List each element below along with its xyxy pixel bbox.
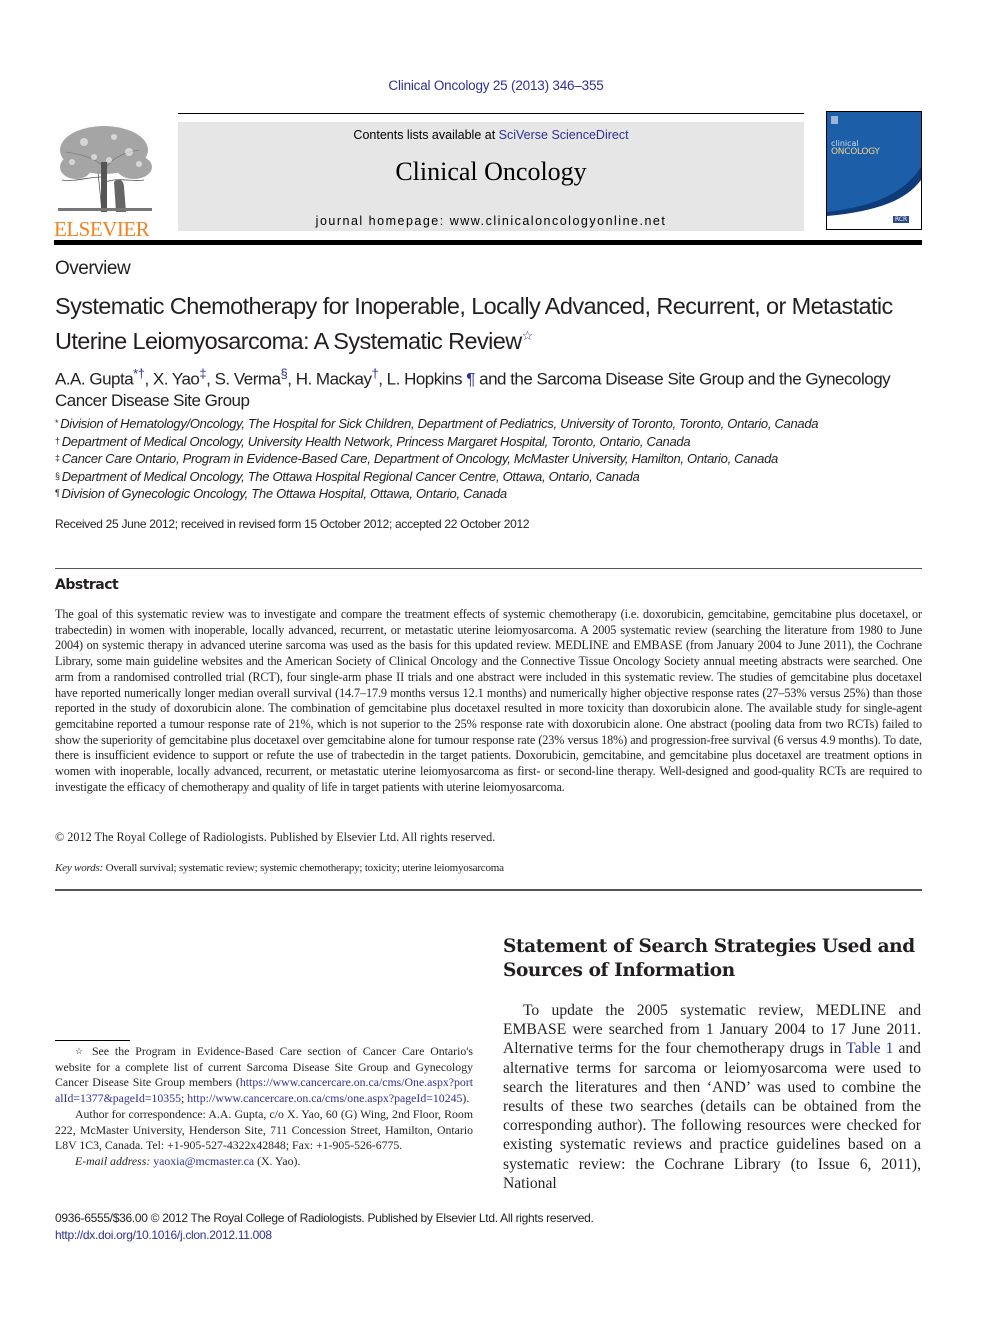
author[interactable]: X. Yao	[153, 370, 200, 389]
elsevier-logo: ELSEVIER	[54, 122, 156, 241]
abstract-heading: Abstract	[55, 577, 119, 593]
homepage-link[interactable]: www.clinicaloncologyonline.net	[450, 214, 667, 228]
correspondence-note: Author for correspondence: A.A. Gupta, c…	[55, 1106, 473, 1153]
issn-line: 0936-6555/$36.00 © 2012 The Royal Colleg…	[55, 1211, 594, 1225]
abstract-copyright: © 2012 The Royal College of Radiologists…	[55, 830, 496, 844]
members-link-2[interactable]: http://www.cancercare.on.ca/cms/one.aspx…	[187, 1091, 462, 1105]
footnote-rule	[55, 1040, 130, 1041]
affiliations: * Division of Hematology/Oncology, The Ho…	[55, 415, 935, 503]
affiliation: ‡ Cancer Care Ontario, Program in Evidenc…	[55, 451, 778, 466]
email-note: E-mail address: yaoxia@mcmaster.ca (X. Y…	[75, 1153, 301, 1168]
cover-swoosh-icon	[827, 112, 921, 229]
abstract-body: The goal of this systematic review was t…	[55, 607, 922, 794]
journal-cover[interactable]: clinical ONCOLOGY RCR	[826, 111, 922, 230]
title-footnote-star-icon[interactable]: ☆	[522, 328, 534, 343]
author-list: A.A. Gupta*†, X. Yao‡, S. Verma§, H. Mac…	[55, 366, 891, 410]
keywords-list: Overall survival; systematic review; sys…	[105, 862, 504, 874]
contents-line: Contents lists available at SciVerse Sci…	[353, 128, 629, 142]
footnotes: ☆ See the Program in Evidence-Based Care…	[55, 1044, 473, 1170]
abstract-top-rule	[55, 568, 922, 569]
affiliation: * Division of Hematology/Oncology, The Ho…	[55, 416, 819, 431]
abstract-bottom-rule	[55, 889, 922, 891]
elsevier-wordmark: ELSEVIER	[54, 217, 150, 241]
tree-icon	[58, 126, 152, 213]
star-icon: ☆	[75, 1046, 87, 1056]
author-marks[interactable]: †	[371, 366, 378, 381]
article-type: Overview	[55, 258, 131, 279]
table-1-link[interactable]: Table 1	[846, 1040, 893, 1057]
section-heading: Statement of Search Strategies Used and …	[503, 936, 915, 981]
affiliation: ¶ Division of Gynecologic Oncology, The O…	[55, 486, 507, 501]
keywords-label: Key words:	[55, 862, 104, 874]
keywords: Key words: Overall survival; systematic …	[55, 862, 504, 874]
author-marks[interactable]: *†	[133, 366, 145, 381]
author[interactable]: S. Verma	[215, 370, 281, 389]
footnote-star: ☆ See the Program in Evidence-Based Care…	[55, 1044, 473, 1106]
received-dates: Received 25 June 2012; received in revis…	[55, 517, 530, 531]
section-paragraph: To update the 2005 systematic review, ME…	[503, 1002, 921, 1192]
header-rule	[178, 113, 804, 114]
author[interactable]: H. Mackay	[296, 370, 372, 389]
author[interactable]: L. Hopkins	[387, 370, 463, 389]
author-marks[interactable]: ¶	[466, 370, 475, 389]
cover-badge: RCR	[893, 216, 910, 223]
cover-title-line2: ONCOLOGY	[831, 147, 880, 157]
header-thick-rule	[54, 240, 922, 245]
email-link[interactable]: yaoxia@mcmaster.ca	[153, 1154, 254, 1168]
author-marks[interactable]: §	[281, 366, 288, 381]
journal-citation[interactable]: Clinical Oncology 25 (2013) 346–355	[0, 78, 992, 93]
journal-homepage: journal homepage: www.clinicaloncologyon…	[315, 214, 667, 228]
author[interactable]: A.A. Gupta	[55, 370, 134, 389]
doi-link[interactable]: http://dx.doi.org/10.1016/j.clon.2012.11…	[55, 1227, 594, 1244]
affiliation: † Department of Medical Oncology, Univers…	[55, 433, 691, 449]
page-footer: 0936-6555/$36.00 © 2012 The Royal Colleg…	[55, 1210, 594, 1243]
sciencedirect-link[interactable]: SciVerse ScienceDirect	[499, 128, 629, 142]
journal-header-box: Contents lists available at SciVerse Sci…	[178, 122, 804, 231]
author-marks[interactable]: ‡	[199, 366, 206, 381]
affiliation: § Department of Medical Oncology, The Ott…	[55, 468, 640, 484]
journal-name: Clinical Oncology	[395, 157, 587, 186]
article-title: Systematic Chemotherapy for Inoperable, …	[55, 293, 893, 354]
